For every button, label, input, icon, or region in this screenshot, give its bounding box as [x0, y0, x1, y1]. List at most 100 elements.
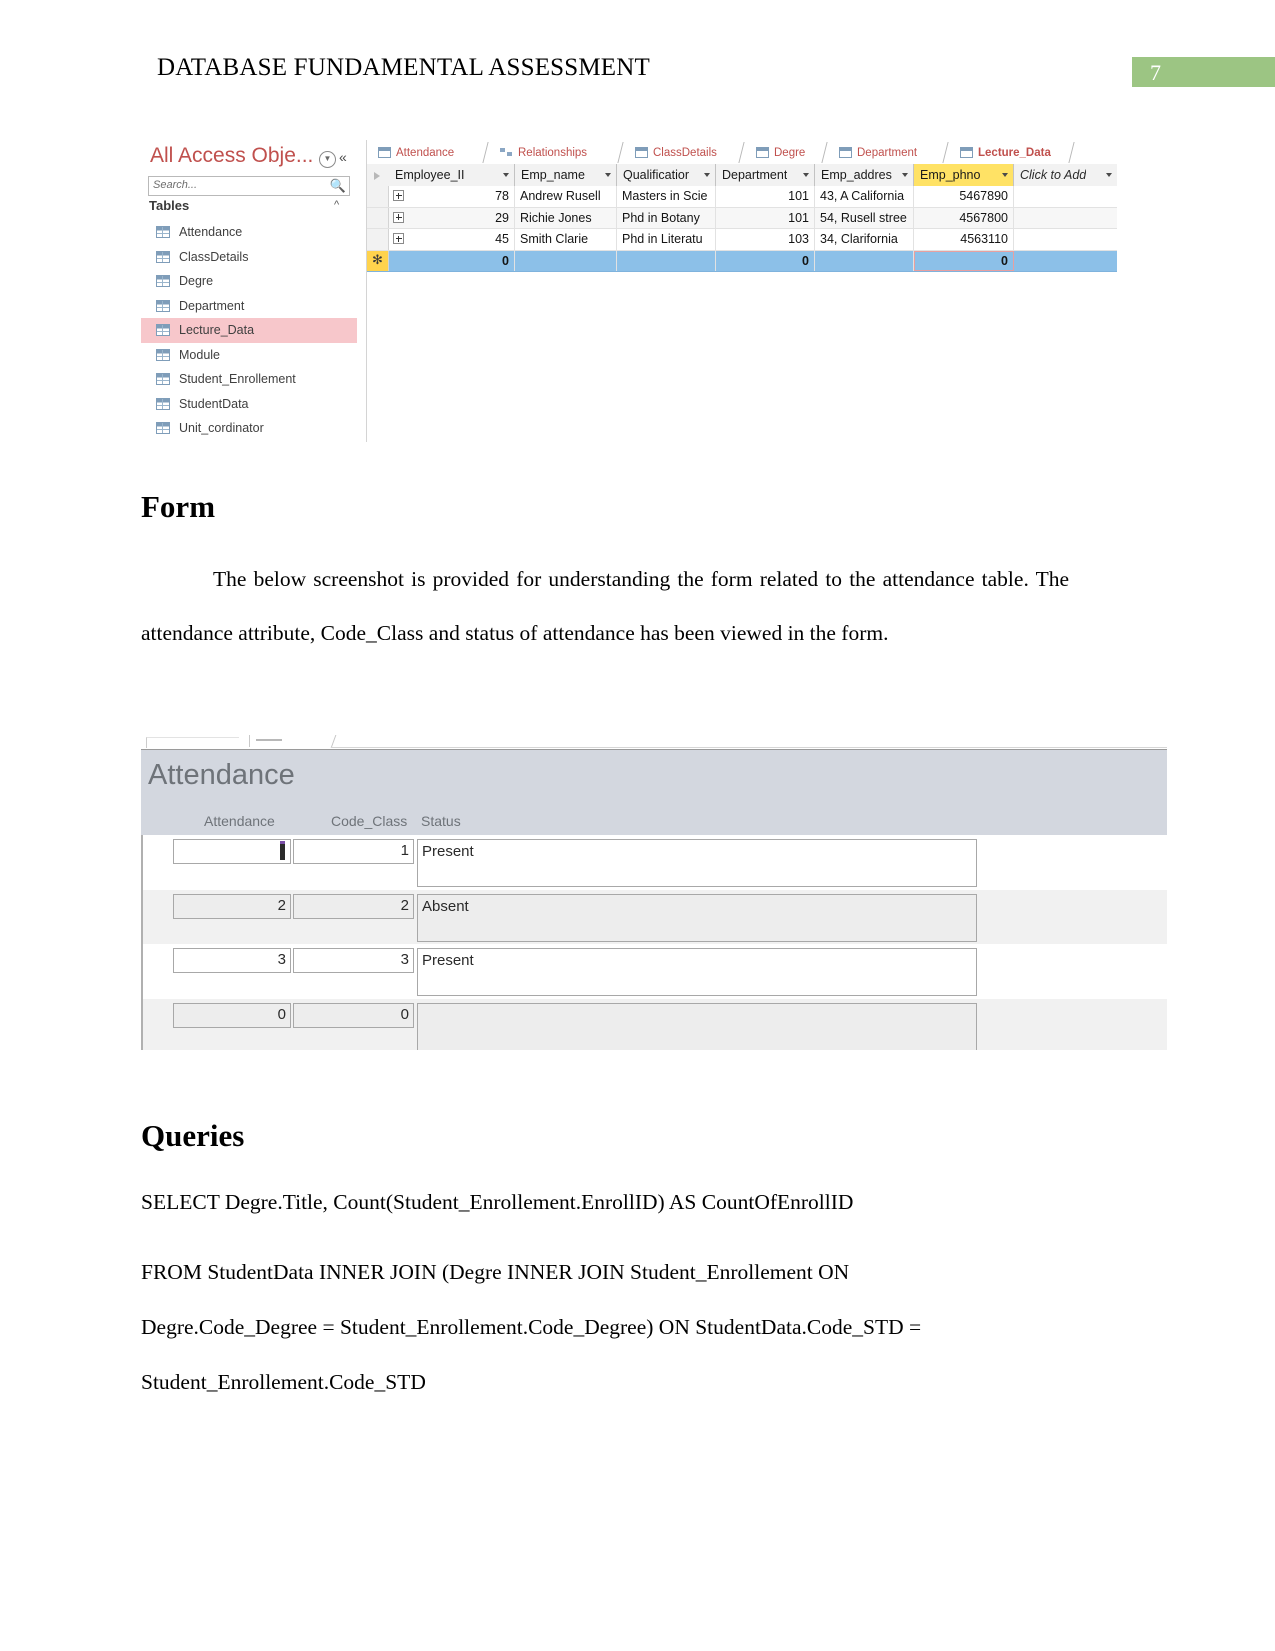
form-record-row[interactable]: 2 2 Absent — [143, 889, 1167, 944]
cell-employee-id[interactable]: 0 — [389, 250, 515, 271]
cell-qualification[interactable]: Phd in Botany — [617, 207, 716, 228]
cell-emp-phno-focused[interactable]: 0 — [914, 250, 1014, 271]
column-header-emp-phno[interactable]: Emp_phno — [914, 164, 1014, 186]
sidebar-item-label: Module — [179, 347, 220, 362]
document-tab-bar: Attendance Relationships ClassDetails De… — [367, 140, 1117, 165]
code-class-field[interactable]: 1 — [293, 839, 414, 864]
chevron-down-icon[interactable] — [803, 173, 809, 177]
form-new-record-row[interactable]: 0 0 — [143, 998, 1167, 1050]
tab-relationships[interactable]: Relationships — [495, 142, 623, 163]
chevron-down-icon[interactable] — [704, 173, 710, 177]
cell-emp-address[interactable]: 54, Rusell stree — [815, 207, 914, 228]
chevron-down-icon[interactable] — [902, 173, 908, 177]
sidebar-item-department[interactable]: Department — [141, 294, 357, 319]
row-selector[interactable]: ✻ — [367, 250, 389, 271]
sidebar-item-lecture-data[interactable]: Lecture_Data — [141, 318, 357, 343]
attendance-field[interactable]: 2 — [173, 893, 291, 919]
table-icon — [156, 397, 170, 410]
click-to-add-column[interactable]: Click to Add — [1014, 164, 1117, 186]
search-input[interactable]: Search... 🔍 — [148, 176, 350, 196]
datasheet-area: Attendance Relationships ClassDetails De… — [367, 140, 1117, 442]
form-record-row[interactable]: 3 3 Present — [143, 944, 1167, 999]
column-header-emp-address[interactable]: Emp_addres — [815, 164, 914, 186]
status-field[interactable]: Absent — [417, 893, 977, 942]
chevron-down-circle-icon[interactable]: ▼ — [319, 151, 336, 168]
cell-emp-address[interactable] — [815, 250, 914, 271]
cell-emp-address[interactable]: 43, A California — [815, 186, 914, 207]
cell-emp-name[interactable] — [515, 250, 617, 271]
cell-department[interactable]: 103 — [716, 229, 815, 250]
sidebar-item-module[interactable]: Module — [141, 343, 357, 368]
table-icon — [156, 250, 170, 263]
code-class-field[interactable]: 3 — [293, 948, 414, 973]
cell-employee-id[interactable]: 45 — [389, 229, 515, 250]
sidebar-item-studentdata[interactable]: StudentData — [141, 392, 357, 417]
magnifier-icon[interactable]: 🔍 — [330, 178, 346, 194]
chevron-down-icon[interactable] — [605, 173, 611, 177]
cell-qualification[interactable]: Phd in Literatu — [617, 229, 716, 250]
cell-employee-id[interactable]: 29 — [389, 207, 515, 228]
navigation-pane: All Access Obje... ▼ « Search... 🔍 Table… — [141, 140, 358, 442]
tab-degre[interactable]: Degre — [751, 142, 827, 163]
cell-emp-phno[interactable]: 4563110 — [914, 229, 1014, 250]
sidebar-item-student-enrollement[interactable]: Student_Enrollement — [141, 367, 357, 392]
sidebar-item-label: Student_Enrollement — [179, 372, 296, 387]
chevron-up-icon[interactable]: ^ — [334, 199, 339, 211]
tab-label: Department — [857, 146, 918, 159]
tab-classdetails[interactable]: ClassDetails — [630, 142, 744, 163]
sidebar-item-attendance[interactable]: Attendance — [141, 220, 357, 245]
chevron-down-icon[interactable] — [1002, 173, 1008, 177]
cell-employee-id[interactable]: 78 — [389, 186, 515, 207]
table-icon — [156, 299, 170, 312]
code-class-field[interactable]: 0 — [293, 1002, 414, 1028]
column-header-label: Emp_phno — [920, 168, 981, 182]
column-header-department[interactable]: Department — [716, 164, 815, 186]
attendance-field[interactable]: 3 — [173, 948, 291, 973]
attendance-field[interactable] — [173, 839, 291, 864]
cell-emp-name[interactable]: Smith Clarie — [515, 229, 617, 250]
chevron-down-icon[interactable] — [1106, 173, 1112, 177]
cell-emp-name[interactable]: Andrew Rusell — [515, 186, 617, 207]
status-field[interactable] — [417, 1002, 977, 1050]
status-field[interactable]: Present — [417, 839, 977, 887]
sidebar-item-label: Degre — [179, 274, 214, 289]
cell-qualification[interactable] — [617, 250, 716, 271]
new-record-row[interactable]: ✻ 0 0 0 — [367, 250, 1117, 272]
attendance-field[interactable]: 0 — [173, 1002, 291, 1028]
table-row[interactable]: 78 Andrew Rusell Masters in Scie 101 43,… — [367, 186, 1117, 208]
table-row[interactable]: 29 Richie Jones Phd in Botany 101 54, Ru… — [367, 207, 1117, 229]
sidebar-item-classdetails[interactable]: ClassDetails — [141, 245, 357, 270]
select-all-cell[interactable] — [367, 164, 390, 186]
tab-lecture-data[interactable]: Lecture_Data — [955, 142, 1073, 163]
cell-department[interactable]: 0 — [716, 250, 815, 271]
chevron-down-icon[interactable] — [503, 173, 509, 177]
cell-department[interactable]: 101 — [716, 207, 815, 228]
sql-line-2: FROM StudentData INNER JOIN (Degre INNER… — [141, 1260, 850, 1284]
cell-emp-phno[interactable]: 5467890 — [914, 186, 1014, 207]
cell-emp-address[interactable]: 34, Clarifornia — [815, 229, 914, 250]
cell-qualification[interactable]: Masters in Scie — [617, 186, 716, 207]
column-header-emp-name[interactable]: Emp_name — [515, 164, 617, 186]
table-icon — [156, 275, 170, 288]
code-class-field[interactable]: 2 — [293, 893, 414, 919]
heading-queries: Queries — [141, 1118, 245, 1153]
table-row[interactable]: 45 Smith Clarie Phd in Literatu 103 34, … — [367, 229, 1117, 251]
cell-emp-phno[interactable]: 4567800 — [914, 207, 1014, 228]
form-record-row[interactable]: 1 Present — [143, 835, 1167, 890]
row-selector[interactable] — [367, 229, 389, 250]
tab-department[interactable]: Department — [834, 142, 948, 163]
form-column-label-attendance: Attendance — [204, 813, 275, 829]
navigation-pane-scrollbar[interactable] — [357, 140, 367, 442]
sidebar-item-degre[interactable]: Degre — [141, 269, 357, 294]
cell-emp-name[interactable]: Richie Jones — [515, 207, 617, 228]
row-selector[interactable] — [367, 207, 389, 228]
column-header-employee-id[interactable]: Employee_II — [389, 164, 515, 186]
cell-department[interactable]: 101 — [716, 186, 815, 207]
sidebar-item-unit-cordinator[interactable]: Unit_cordinator — [141, 416, 357, 441]
column-header-qualification[interactable]: Qualificatior — [617, 164, 716, 186]
row-selector[interactable] — [367, 186, 389, 207]
tab-attendance[interactable]: Attendance — [373, 142, 487, 163]
tables-group-header[interactable]: Tables ^ — [141, 198, 357, 218]
status-field[interactable]: Present — [417, 948, 977, 996]
double-chevron-left-icon[interactable]: « — [339, 149, 347, 165]
